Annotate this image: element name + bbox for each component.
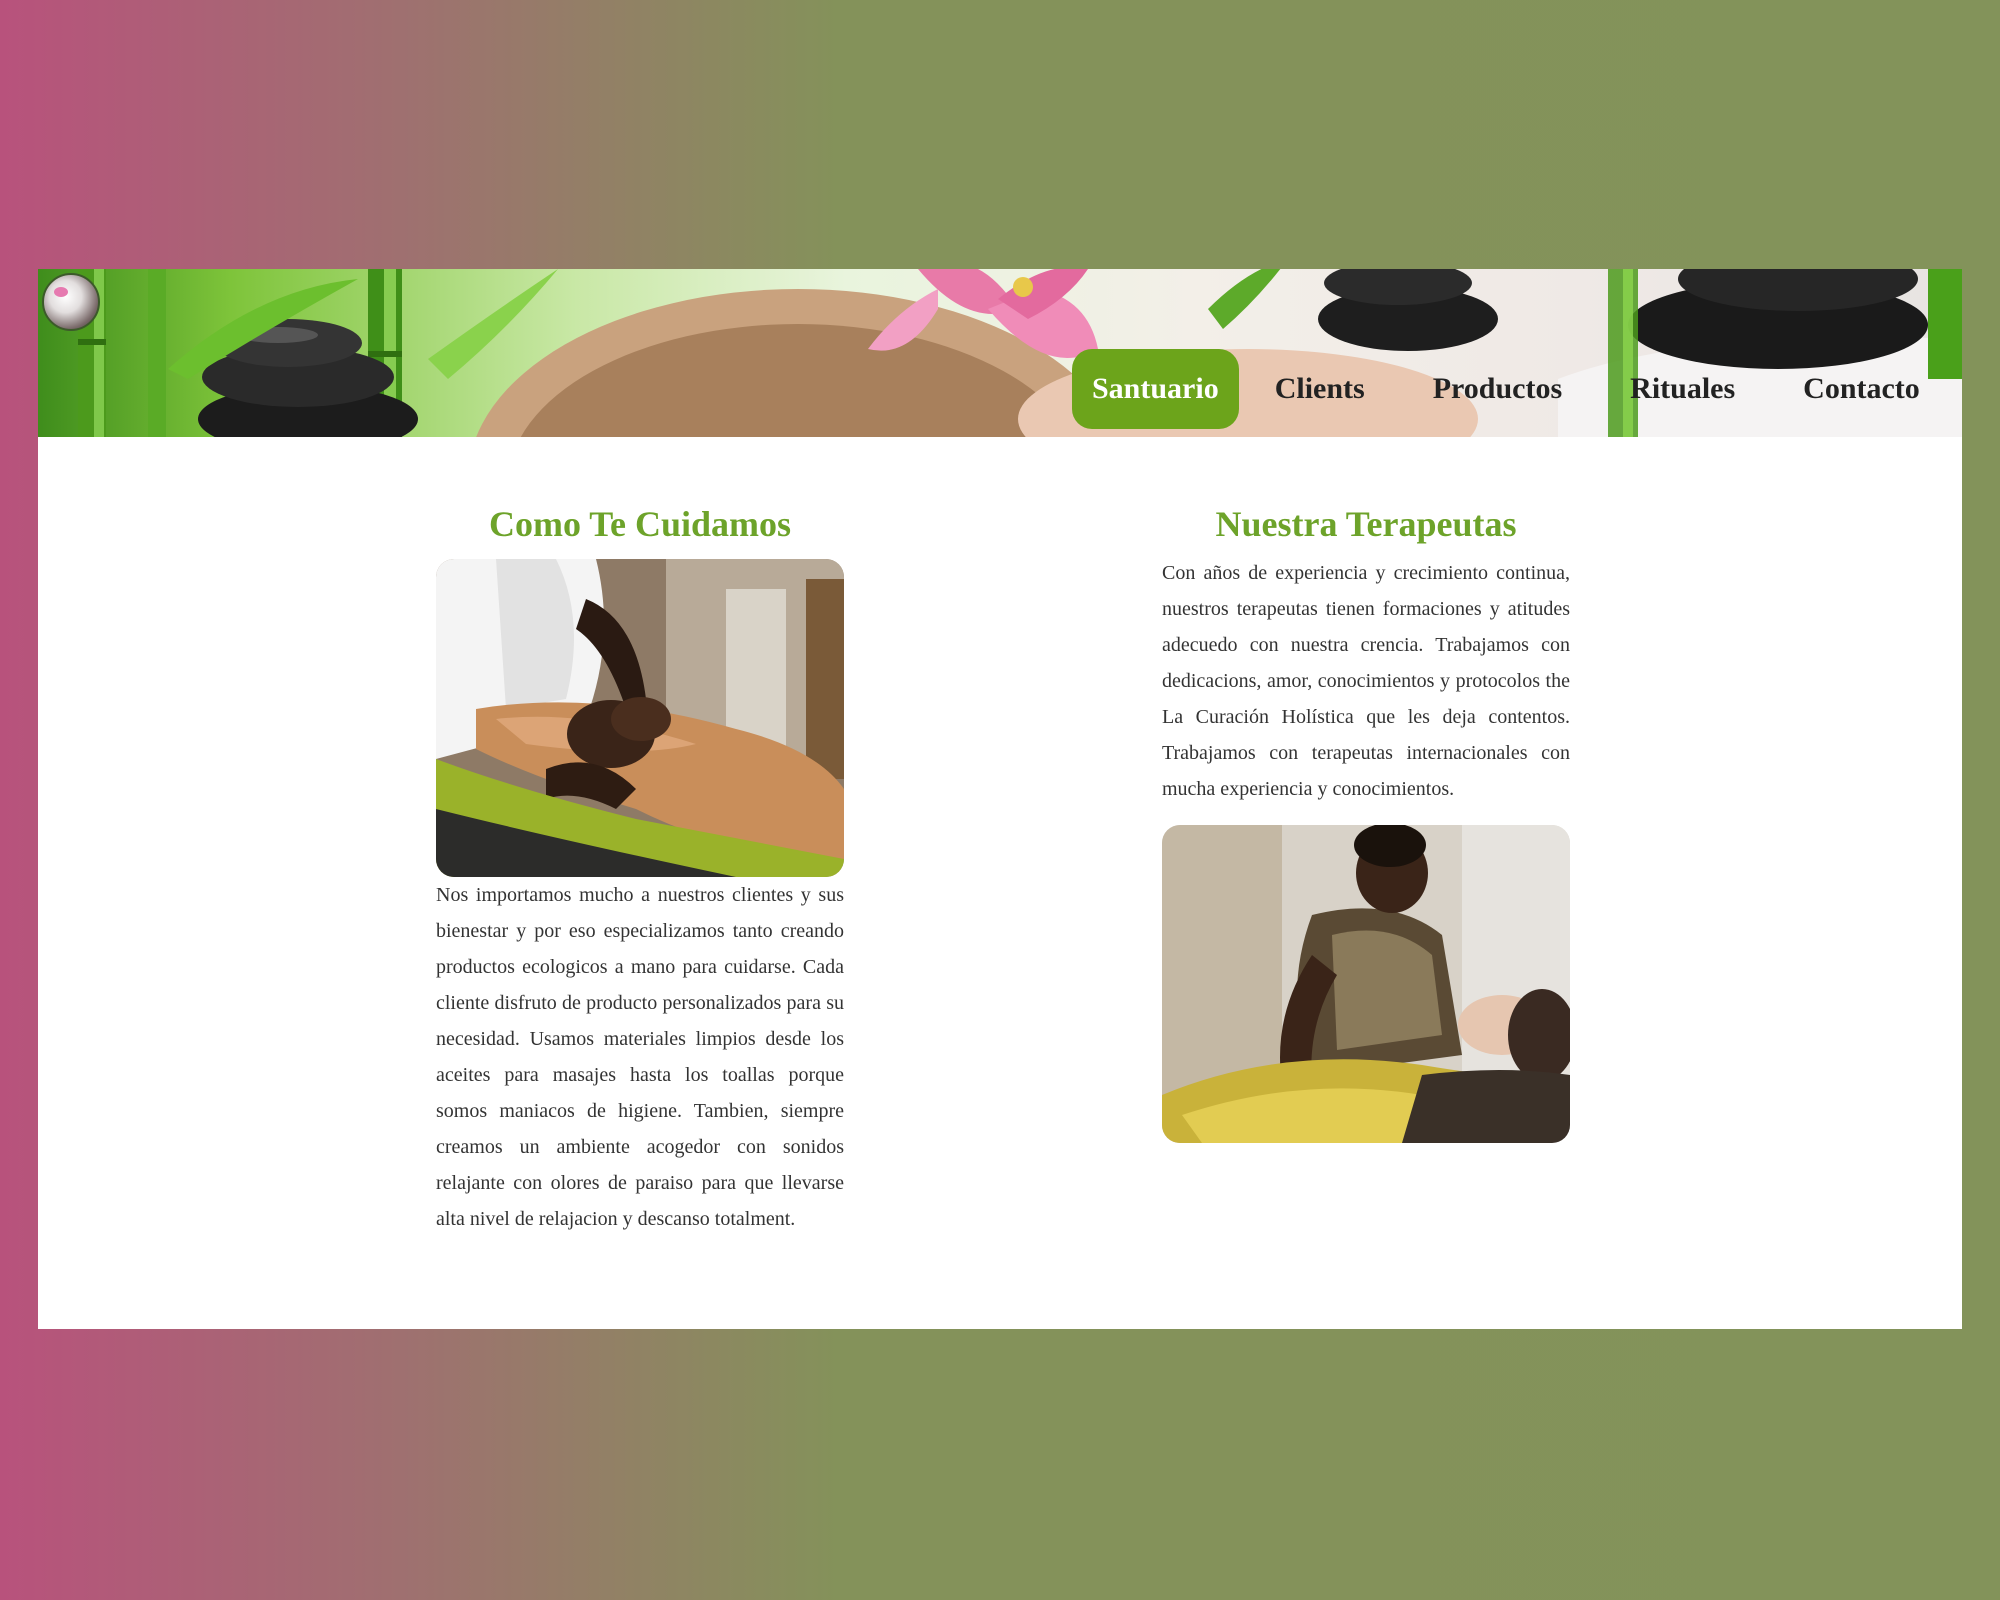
- section-body: Con años de experiencia y crecimiento co…: [1162, 562, 1570, 800]
- nav-item-santuario[interactable]: Santuario: [1072, 349, 1239, 429]
- nav-item-clients[interactable]: Clients: [1255, 349, 1385, 429]
- section-nuestra-terapeutas: Nuestra Terapeutas Con años de experienc…: [1162, 501, 1570, 1143]
- nav-item-contacto[interactable]: Contacto: [1783, 349, 1940, 429]
- nav-item-productos[interactable]: Productos: [1413, 349, 1582, 429]
- therapist-photo: [1162, 825, 1570, 1143]
- flower-icon: [54, 287, 68, 297]
- section-title: Nuestra Terapeutas: [1215, 504, 1517, 544]
- logo[interactable]: [42, 273, 100, 331]
- section-como-te-cuidamos: Como Te Cuidamos Nos importamos mucho a …: [436, 501, 844, 1237]
- nav-item-rituales[interactable]: Rituales: [1610, 349, 1755, 429]
- header-banner: Santuario Clients Productos Rituales Con…: [38, 269, 1962, 437]
- section-body: Nos importamos mucho a nuestros clientes…: [436, 884, 844, 1230]
- massage-photo: [436, 559, 844, 877]
- section-title: Como Te Cuidamos: [488, 504, 792, 544]
- main-nav: Santuario Clients Productos Rituales Con…: [1072, 349, 1940, 429]
- page: Santuario Clients Productos Rituales Con…: [38, 269, 1962, 1329]
